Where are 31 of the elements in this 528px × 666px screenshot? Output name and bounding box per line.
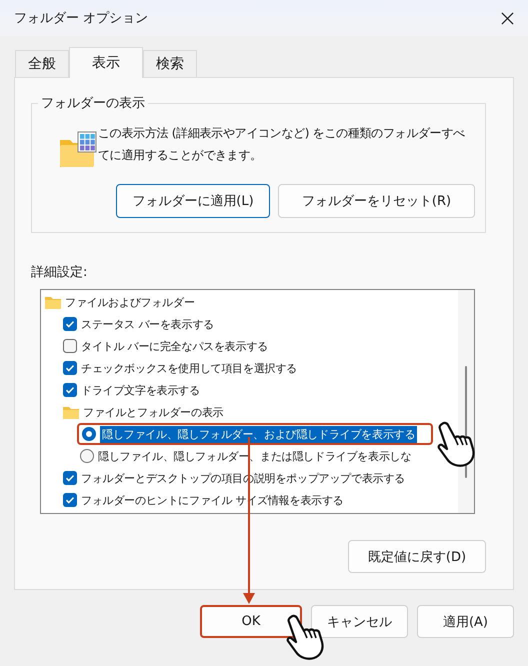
folder-button[interactable]: フォルダーをリセット(R) xyxy=(278,184,475,218)
folder-icon xyxy=(63,406,79,418)
checkbox[interactable] xyxy=(63,471,77,485)
checkbox[interactable] xyxy=(63,339,77,353)
description-text: この表示方法 (詳細表示やアイコンなど) をこの種類のフォルダーすべてに適用することができます。 xyxy=(98,125,466,164)
group-title: フォルダーの表示 xyxy=(40,95,146,112)
dialog-button[interactable]: キャンセル xyxy=(311,605,408,638)
option-label: 隠しファイル、隠しフォルダー、および隠しドライブを表示する xyxy=(100,426,418,442)
folder-icon xyxy=(45,296,61,308)
checkbox[interactable] xyxy=(63,493,77,507)
option-label: チェックボックスを使用して項目を選択する xyxy=(81,360,298,376)
radio-button[interactable] xyxy=(80,449,94,463)
restore-defaults-button[interactable]: 既定値に戻す(D) xyxy=(348,540,486,573)
dialog-button[interactable]: 適用(A) xyxy=(417,605,514,638)
tab[interactable]: 全般 xyxy=(15,50,69,77)
tree-item[interactable]: ファイルおよびフォルダー xyxy=(65,294,195,310)
tree-item[interactable]: ファイルとフォルダーの表示 xyxy=(83,404,224,420)
option-label: ドライブ文字を表示する xyxy=(81,382,200,398)
window-title: フォルダー オプション xyxy=(14,10,148,27)
section-label: 詳細設定: xyxy=(31,264,88,281)
radio-button[interactable] xyxy=(82,427,96,441)
option-label: タイトル バーに完全なパスを表示する xyxy=(81,338,268,354)
tab[interactable]: 表示 xyxy=(69,47,143,78)
checkbox[interactable] xyxy=(63,317,77,331)
checkbox[interactable] xyxy=(63,383,77,397)
folder-button[interactable]: フォルダーに適用(L) xyxy=(116,184,270,218)
checkbox[interactable] xyxy=(63,361,77,375)
tab[interactable]: 検索 xyxy=(143,50,197,77)
close-icon[interactable] xyxy=(501,12,514,24)
option-label: ステータス バーを表示する xyxy=(81,316,214,332)
folder-icon xyxy=(58,130,98,170)
